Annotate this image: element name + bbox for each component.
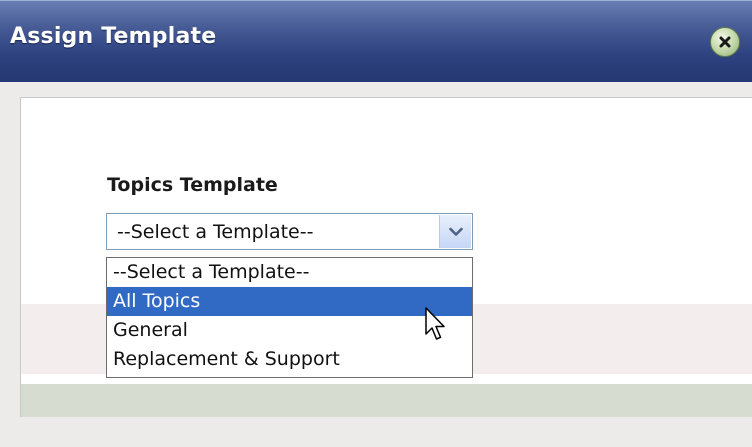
chevron-down-icon xyxy=(448,227,463,236)
dialog-title: Assign Template xyxy=(10,24,217,49)
option-general[interactable]: General xyxy=(107,316,472,345)
option-all-topics[interactable]: All Topics xyxy=(107,287,472,316)
select-current-value: --Select a Template-- xyxy=(117,221,314,243)
option-replacement-support[interactable]: Replacement & Support xyxy=(107,345,472,374)
topics-template-select[interactable]: --Select a Template-- xyxy=(106,213,473,250)
close-button[interactable] xyxy=(710,27,740,57)
topics-template-label: Topics Template xyxy=(107,174,278,196)
mouse-pointer-icon xyxy=(425,307,447,349)
dialog-title-bar[interactable]: Assign Template xyxy=(0,0,752,82)
dropdown-toggle-button[interactable] xyxy=(439,215,471,248)
dialog-footer-band xyxy=(21,384,752,417)
template-options-list[interactable]: --Select a Template-- All Topics General… xyxy=(106,257,473,378)
close-icon xyxy=(719,36,731,48)
option-select-a-template[interactable]: --Select a Template-- xyxy=(107,258,472,287)
dialog-content-panel: Topics Template --Select a Template-- --… xyxy=(20,97,752,417)
assign-template-dialog: Assign Template Topics Template --Select… xyxy=(0,0,752,447)
